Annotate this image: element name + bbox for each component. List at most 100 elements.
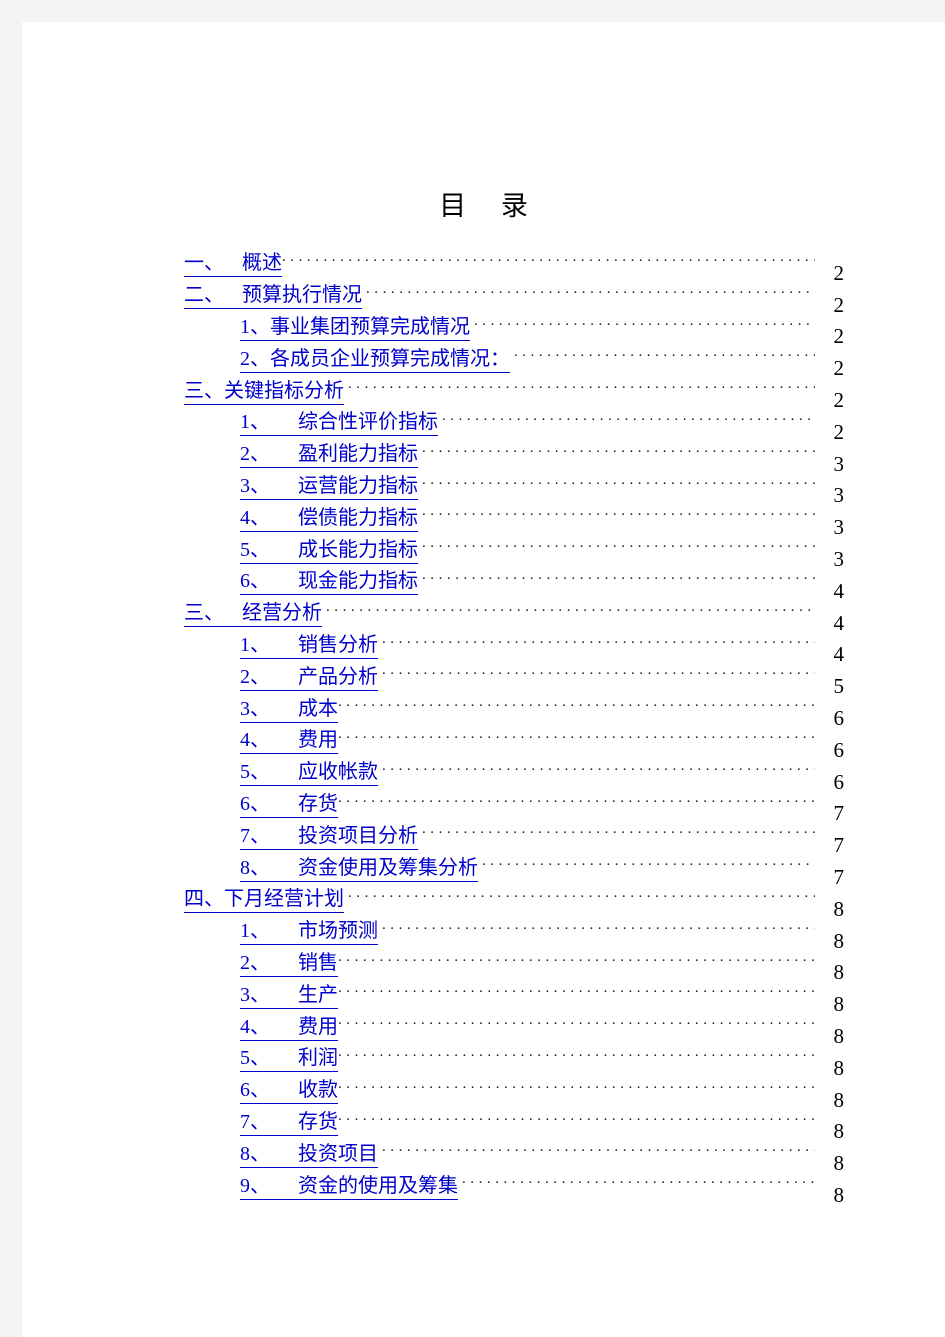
toc-entry-label: 盈利能力指标	[298, 443, 418, 466]
toc-dot-leader	[338, 725, 815, 757]
toc-page-number: 2	[833, 292, 845, 317]
toc-entry-number: 1、	[240, 315, 270, 338]
toc-entry: 5、 应收帐款 6	[184, 757, 844, 794]
toc-entry-number: 8、	[240, 1142, 270, 1165]
toc-entry-link[interactable]: 二、 预算执行情况	[184, 282, 362, 310]
toc-entry-link[interactable]: 6、 收款	[240, 1077, 338, 1105]
toc-entry-label: 市场预测	[298, 920, 378, 943]
toc-entry-number: 2、	[240, 443, 270, 466]
toc-page-number: 4	[833, 610, 845, 635]
toc-entry-link[interactable]: 1、 销售分析	[240, 632, 378, 659]
toc-page-number: 3	[833, 483, 845, 508]
toc-page-number: 3	[833, 546, 845, 571]
toc-page-number: 8	[833, 1055, 845, 1080]
toc-entry-link[interactable]: 5、 应收帐款	[240, 759, 378, 787]
toc-page-number: 8	[833, 1182, 845, 1207]
toc-entry-number: 1、	[240, 920, 270, 943]
toc-dot-leader	[462, 1170, 815, 1202]
toc-entry-link[interactable]: 1、 综合性评价指标	[240, 409, 438, 437]
toc-entry: 3、 运营能力指标 3	[184, 471, 844, 507]
toc-entry: 7、 投资项目分析 7	[184, 820, 844, 857]
toc-page-number: 8	[833, 1087, 845, 1112]
toc-entry-link[interactable]: 2、 各成员企业预算完成情况：	[240, 346, 510, 373]
toc-page-number: 8	[833, 1023, 845, 1048]
toc-entry: 5、 成长能力指标 3	[184, 534, 844, 571]
page-margin-left	[0, 0, 22, 1337]
toc-entry-link[interactable]: 7、 存货	[240, 1109, 338, 1136]
toc-entry: 1、 综合性评价指标 2	[184, 407, 844, 444]
toc-entry-number: 7、	[240, 1110, 270, 1133]
toc-entry-link[interactable]: 2、 销售	[240, 950, 338, 977]
table-of-contents: 一、概述2二、预算执行情况21、事业集团预算完成情况22、各成员企业预算完成情况…	[184, 248, 845, 1207]
toc-page-number: 7	[833, 864, 845, 889]
toc-entry: 2、 产品分析 5	[184, 661, 844, 698]
toc-page-number: 3	[833, 515, 845, 540]
toc-entry-link[interactable]: 3、 生产	[240, 982, 338, 1009]
toc-entry-label: 成本	[298, 697, 338, 720]
toc-entry-link[interactable]: 6、 存货	[240, 791, 338, 818]
toc-page-number: 7	[833, 833, 845, 858]
toc-entry-link[interactable]: 三、 经营分析	[184, 600, 322, 628]
toc-entry-label: 利润	[298, 1047, 338, 1070]
toc-entry-link[interactable]: 9、 资金的使用及筹集	[240, 1173, 458, 1200]
toc-page-number: 6	[833, 769, 845, 794]
toc-page-number: 4	[833, 578, 845, 603]
toc-page-number: 2	[833, 260, 845, 285]
page-margin-top	[0, 0, 945, 22]
toc-page-number: 3	[833, 451, 845, 476]
toc-dot-leader	[382, 661, 815, 693]
toc-entry-link[interactable]: 2、 盈利能力指标	[240, 441, 418, 469]
toc-entry-link[interactable]: 一、 概述	[184, 250, 282, 278]
toc-entry-link[interactable]: 4、 费用	[240, 727, 338, 755]
toc-entry-link[interactable]: 5、 利润	[240, 1045, 338, 1073]
toc-page-number: 6	[833, 737, 845, 762]
toc-entry-link[interactable]: 4、 偿债能力指标	[240, 505, 418, 532]
toc-entry: 四、下月经营计划 8	[184, 884, 844, 921]
toc-page-number: 6	[833, 705, 845, 730]
toc-entry-link[interactable]: 3、 运营能力指标	[240, 473, 418, 500]
toc-entry: 1、事业集团预算完成情况 2	[184, 312, 844, 348]
toc-entry-link[interactable]: 7、 投资项目分析	[240, 823, 418, 850]
toc-entry-number: 7、	[240, 824, 270, 847]
toc-entry-label: 经营分析	[242, 602, 322, 625]
toc-entry-number: 4、	[240, 729, 270, 752]
toc-entry-number: 3、	[240, 474, 270, 497]
toc-entry-label: 生产	[298, 983, 338, 1006]
toc-entry-label: 费用	[298, 729, 338, 752]
toc-entry: 8、 投资项目 8	[184, 1138, 844, 1175]
toc-dot-leader	[338, 693, 815, 725]
toc-page-number: 4	[833, 642, 845, 667]
toc-dot-leader	[422, 471, 815, 503]
toc-entry-link[interactable]: 1、 市场预测	[240, 918, 378, 946]
toc-dot-leader	[348, 884, 815, 916]
toc-dot-leader	[338, 789, 815, 821]
toc-entry: 三、关键指标分析 2	[184, 375, 844, 412]
toc-entry-number: 5、	[240, 1047, 270, 1070]
toc-entry-link[interactable]: 四、 下月经营计划	[184, 886, 344, 914]
toc-entry-number: 4、	[240, 506, 270, 529]
toc-entry: 9、 资金的使用及筹集 8	[184, 1170, 844, 1207]
toc-entry-number: 5、	[240, 761, 270, 784]
toc-entry-label: 投资项目	[298, 1142, 378, 1165]
toc-entry-link[interactable]: 8、 资金使用及筹集分析	[240, 855, 478, 882]
toc-entry-link[interactable]: 6、 现金能力指标	[240, 568, 418, 596]
toc-dot-leader	[482, 852, 815, 884]
toc-entry-link[interactable]: 1、 事业集团预算完成情况	[240, 314, 470, 341]
toc-entry-link[interactable]: 三、 关键指标分析	[184, 378, 344, 405]
toc-dot-leader	[514, 343, 815, 375]
toc-entry-number: 四、	[184, 888, 224, 911]
toc-entry-link[interactable]: 4、 费用	[240, 1014, 338, 1041]
toc-entry: 2、 销售 8	[184, 948, 844, 984]
toc-page-number: 2	[833, 356, 845, 381]
toc-entry-number: 5、	[240, 538, 270, 561]
toc-entry-number: 8、	[240, 856, 270, 879]
toc-entry: 2、 盈利能力指标 3	[184, 439, 844, 476]
toc-entry-link[interactable]: 5、 成长能力指标	[240, 537, 418, 564]
toc-entry-link[interactable]: 3、 成本	[240, 696, 338, 723]
toc-dot-leader	[442, 407, 815, 439]
toc-entry-number: 3、	[240, 983, 270, 1006]
toc-entry-number: 2、	[240, 665, 270, 688]
toc-page-number: 8	[833, 1151, 845, 1176]
toc-entry-link[interactable]: 8、 投资项目	[240, 1141, 378, 1168]
toc-entry-link[interactable]: 2、 产品分析	[240, 664, 378, 691]
